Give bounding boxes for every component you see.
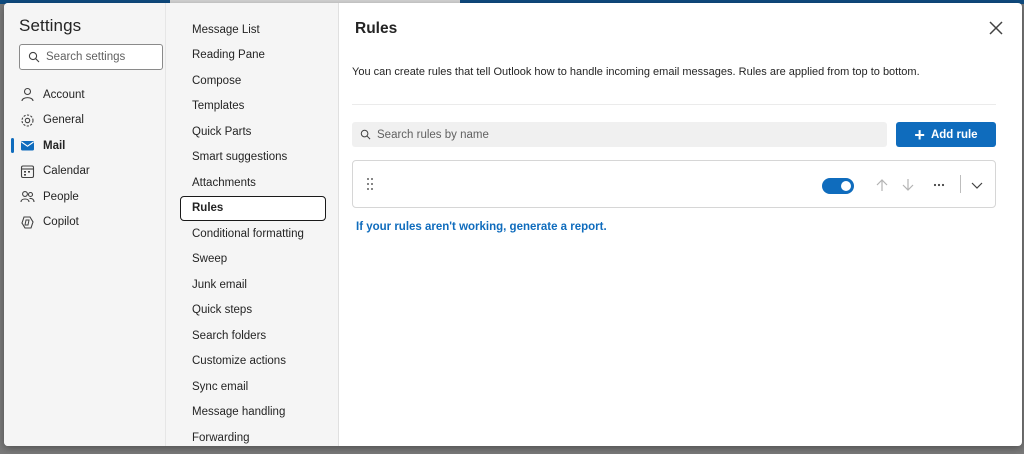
settings-search-placeholder: Search settings: [46, 51, 126, 63]
subnav-item-rules[interactable]: Rules: [180, 195, 326, 221]
rules-search-input[interactable]: Search rules by name: [352, 122, 887, 147]
close-icon: [989, 21, 1003, 35]
add-rule-label: Add rule: [930, 128, 978, 141]
more-icon: [933, 183, 945, 187]
subnav-item-compose[interactable]: Compose: [180, 68, 326, 94]
card-separator: [960, 175, 961, 193]
search-icon: [28, 51, 40, 63]
gear-icon: [20, 113, 35, 128]
nav-item-calendar[interactable]: Calendar: [4, 159, 165, 185]
add-rule-button[interactable]: + Add rule: [896, 122, 996, 147]
settings-nav-list: Account General Mail Calendar People Cop…: [4, 82, 165, 235]
subnav-item-message-handling[interactable]: Message handling: [180, 400, 326, 426]
close-button[interactable]: [986, 18, 1006, 38]
nav-item-label: Account: [43, 88, 85, 101]
nav-item-copilot[interactable]: Copilot: [4, 210, 165, 236]
nav-item-label: Copilot: [43, 216, 79, 229]
settings-dialog: Settings Search settings Account General…: [4, 3, 1022, 446]
rules-description: You can create rules that tell Outlook h…: [352, 66, 920, 78]
rules-search-placeholder: Search rules by name: [377, 128, 489, 141]
settings-nav: Settings Search settings Account General…: [4, 3, 165, 446]
search-icon: [360, 129, 371, 140]
subnav-item-quick-parts[interactable]: Quick Parts: [180, 119, 326, 145]
calendar-icon: [20, 164, 35, 179]
subnav-item-sync-email[interactable]: Sync email: [180, 374, 326, 400]
arrow-up-icon: [876, 179, 888, 191]
nav-item-account[interactable]: Account: [4, 82, 165, 108]
settings-search-input[interactable]: Search settings: [19, 44, 163, 70]
more-options-button[interactable]: [930, 176, 948, 194]
nav-item-general[interactable]: General: [4, 108, 165, 134]
settings-title: Settings: [19, 16, 82, 35]
toggle-knob: [841, 181, 851, 191]
subnav-item-customize-actions[interactable]: Customize actions: [180, 349, 326, 375]
mail-icon: [20, 138, 35, 153]
subnav-item-sweep[interactable]: Sweep: [180, 247, 326, 273]
drag-handle-icon[interactable]: [365, 177, 375, 191]
subnav-item-message-list[interactable]: Message List: [180, 17, 326, 43]
nav-item-label: People: [43, 190, 79, 203]
subnav-item-conditional-formatting[interactable]: Conditional formatting: [180, 221, 326, 247]
subnav-item-forwarding[interactable]: Forwarding: [180, 425, 326, 446]
subnav-item-smart-suggestions[interactable]: Smart suggestions: [180, 145, 326, 171]
nav-item-mail[interactable]: Mail: [4, 133, 165, 159]
copilot-icon: [20, 215, 35, 230]
subnav-item-search-folders[interactable]: Search folders: [180, 323, 326, 349]
subnav-item-attachments[interactable]: Attachments: [180, 170, 326, 196]
people-icon: [20, 189, 35, 204]
rule-enabled-toggle[interactable]: [822, 178, 854, 194]
nav-item-people[interactable]: People: [4, 184, 165, 210]
expand-rule-button[interactable]: [968, 176, 986, 194]
subnav-item-junk-email[interactable]: Junk email: [180, 272, 326, 298]
plus-icon: +: [914, 124, 925, 145]
subnav-item-quick-steps[interactable]: Quick steps: [180, 298, 326, 324]
subnav-item-templates[interactable]: Templates: [180, 94, 326, 120]
chevron-down-icon: [971, 182, 983, 189]
move-up-button[interactable]: [873, 176, 891, 194]
arrow-down-icon: [902, 179, 914, 191]
nav-item-label: Calendar: [43, 165, 90, 178]
nav-item-label: Mail: [43, 139, 66, 152]
divider: [352, 104, 996, 105]
person-icon: [20, 87, 35, 102]
move-down-button[interactable]: [899, 176, 917, 194]
nav-item-label: General: [43, 114, 84, 127]
generate-report-link[interactable]: If your rules aren't working, generate a…: [356, 221, 607, 233]
page-title: Rules: [355, 20, 398, 37]
rules-content: Rules You can create rules that tell Out…: [339, 3, 1022, 446]
mail-sections-list: Message List Reading Pane Compose Templa…: [180, 17, 326, 446]
mail-settings-nav: Message List Reading Pane Compose Templa…: [165, 3, 339, 446]
rule-card: [352, 160, 996, 208]
subnav-item-reading-pane[interactable]: Reading Pane: [180, 43, 326, 69]
